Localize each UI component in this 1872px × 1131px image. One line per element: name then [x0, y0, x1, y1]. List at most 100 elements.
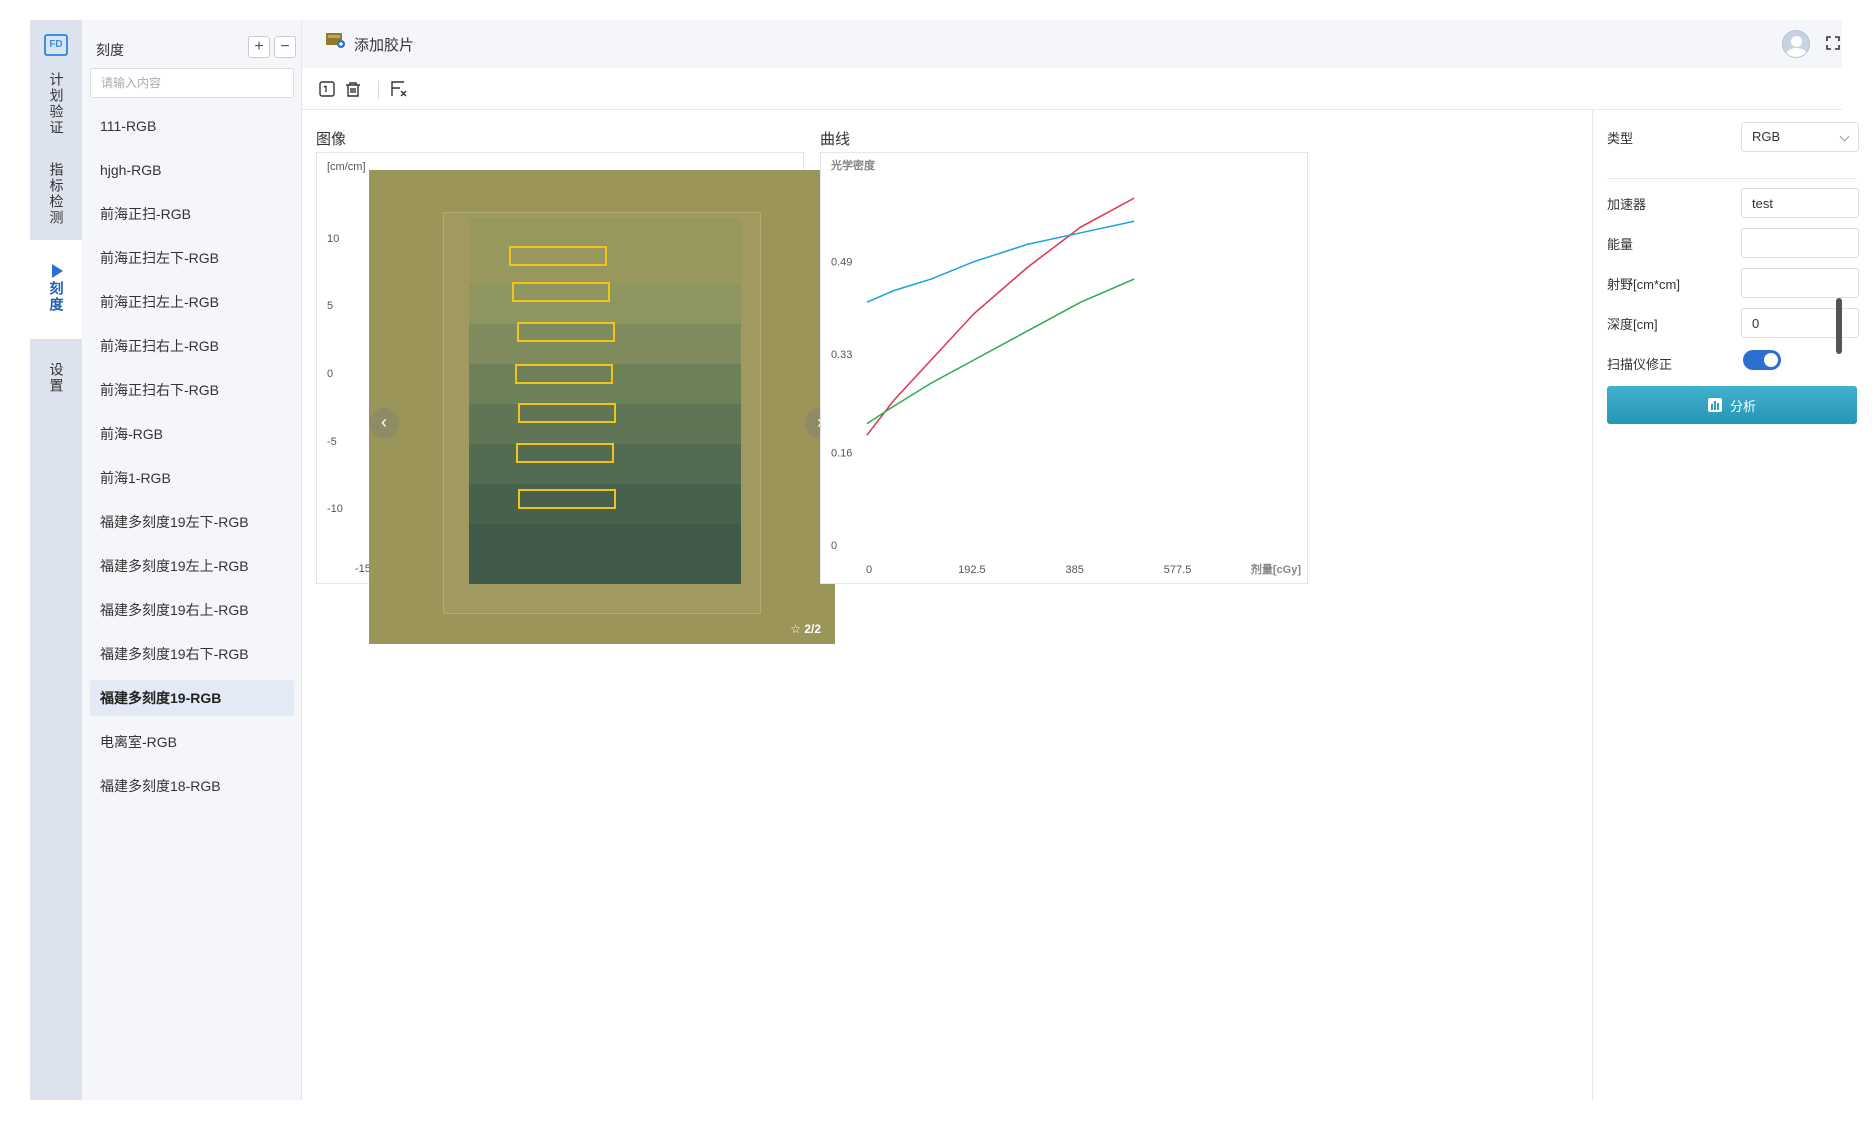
roi-box[interactable] [516, 443, 614, 463]
list-item[interactable]: 前海-RGB [90, 416, 294, 452]
chart-y-axis-label: 光学密度 [830, 158, 876, 172]
rail-item-calibration[interactable]: 刻度 [30, 240, 82, 339]
type-select-value: RGB [1752, 129, 1781, 144]
list-item[interactable]: hjgh-RGB [90, 152, 294, 188]
chart-x-tick: 385 [1066, 564, 1084, 576]
chart-x-tick: 192.5 [958, 564, 986, 576]
search-input[interactable] [90, 68, 294, 98]
type-select[interactable]: RGB [1741, 122, 1859, 152]
play-arrow-icon [52, 264, 63, 278]
toggle-knob [1764, 353, 1778, 367]
chevron-down-icon [1839, 131, 1850, 142]
film-dose-band [469, 524, 741, 584]
field-size-input[interactable] [1741, 268, 1859, 298]
list-item[interactable]: 电离室-RGB [90, 724, 294, 760]
accelerator-label: 加速器 [1607, 197, 1647, 212]
fullscreen-icon[interactable] [1824, 34, 1842, 52]
roi-box[interactable] [517, 322, 615, 342]
scanner-correction-toggle[interactable] [1743, 350, 1781, 370]
analyze-button-label: 分析 [1729, 398, 1756, 414]
depth-label: 深度[cm] [1607, 317, 1658, 332]
add-button[interactable]: + [248, 36, 270, 58]
chart-y-tick: 0.16 [831, 448, 852, 460]
list-item[interactable]: 前海正扫右上-RGB [90, 328, 294, 364]
list-item[interactable]: 福建多刻度19-RGB [90, 680, 294, 716]
film-icon [326, 33, 345, 48]
roi-box[interactable] [518, 489, 616, 509]
roi-box[interactable] [518, 403, 616, 423]
energy-label: 能量 [1607, 237, 1634, 252]
chart-x-tick: 0 [866, 564, 872, 576]
roi-box[interactable] [515, 364, 613, 384]
image-section-label: 图像 [316, 131, 347, 148]
image-viewer-panel: [cm/cm] 1050-5-10 -15-10-5051015 [316, 152, 835, 644]
list-item[interactable]: 福建多刻度18-RGB [90, 768, 294, 804]
prev-image-button[interactable]: ‹ [369, 408, 399, 438]
curve-section-label: 曲线 [820, 131, 851, 148]
app-logo-icon: FD [44, 34, 68, 56]
chart-y-tick: 0.33 [831, 349, 852, 361]
type-label: 类型 [1607, 131, 1634, 146]
list-header: 刻度 + − [82, 36, 302, 62]
accelerator-input[interactable] [1741, 188, 1859, 218]
image-y-tick: 10 [327, 233, 340, 245]
list-item[interactable]: 前海正扫左下-RGB [90, 240, 294, 276]
calibration-list: 111-RGB hjgh-RGB 前海正扫-RGB 前海正扫左下-RGB 前海正扫左上-… [90, 108, 294, 812]
chart-x-tick: 577.5 [1164, 564, 1192, 576]
list-title: 刻度 [96, 42, 124, 58]
field-size-label: 射野[cm*cm] [1607, 277, 1680, 292]
chart-y-tick: 0 [831, 540, 837, 552]
list-item[interactable]: 前海正扫右下-RGB [90, 372, 294, 408]
curve-chart: 光学密度剂量[cGy] 0.49 0.33 0.16 0 0 192.5 385 577.5 [830, 158, 1301, 576]
film-image[interactable]: ‹ › ☆ 2/2 [369, 170, 835, 644]
analyze-button[interactable]: 分析 [1607, 386, 1857, 424]
rail-item-label: 计划验证 [48, 72, 65, 136]
toolbar [302, 68, 1842, 110]
list-item[interactable]: 前海正扫-RGB [90, 196, 294, 232]
list-item[interactable]: 福建多刻度19右上-RGB [90, 592, 294, 628]
rail-item-settings[interactable]: 设置 [30, 362, 82, 394]
rail-item-index-check[interactable]: 指标检测 [30, 162, 82, 226]
nav-rail: FD 计划验证 指标检测 刻度 设置 [30, 20, 82, 1100]
main-area: 添加胶片 图像 [cm/cm] 10 5 0 -5 -10 -15 ‹ ☆ 2/… [302, 20, 1859, 1100]
remove-button[interactable]: − [274, 36, 296, 58]
curve-chart-panel: 光学密度剂量[cGy] 0.49 0.33 0.16 0 0 192.5 385 577.5 [820, 152, 1308, 584]
form-divider [1607, 178, 1857, 179]
rail-item-label: 指标检测 [48, 162, 65, 226]
list-item[interactable]: 福建多刻度19左下-RGB [90, 504, 294, 540]
chart-y-tick: 0.49 [831, 257, 852, 269]
scanner-correction-label: 扫描仪修正 [1607, 357, 1673, 372]
chart-series-line [866, 278, 1135, 425]
energy-input[interactable] [1741, 228, 1859, 258]
clear-formula-icon[interactable] [388, 78, 410, 100]
image-y-tick: 5 [327, 300, 334, 312]
list-item[interactable]: 福建多刻度19右下-RGB [90, 636, 294, 672]
rail-item-plan-verify[interactable]: 计划验证 [30, 72, 82, 136]
avatar[interactable] [1782, 30, 1810, 58]
image-counter-value: 2/2 [804, 622, 821, 636]
toolbar-divider [378, 81, 379, 99]
page-title: 添加胶片 [354, 37, 415, 54]
new-file-icon[interactable] [316, 78, 338, 100]
calibration-list-panel: 刻度 + − 111-RGB hjgh-RGB 前海正扫-RGB 前海正扫左下-RGB… [82, 20, 302, 1100]
image-counter: ☆ 2/2 [790, 622, 821, 636]
delete-icon[interactable] [342, 78, 364, 100]
bar-chart-icon [1707, 398, 1722, 412]
roi-box[interactable] [509, 246, 607, 266]
roi-box[interactable] [512, 282, 610, 302]
rail-item-label: 刻度 [48, 281, 65, 313]
image-y-tick: 0 [327, 368, 334, 380]
panel-scroll-handle[interactable] [1836, 298, 1842, 354]
list-item[interactable]: 福建多刻度19左上-RGB [90, 548, 294, 584]
image-unit-label: [cm/cm] [327, 161, 366, 173]
app-window: FD 计划验证 指标检测 刻度 设置 刻度 + − 111-RGB hjgh-RG… [30, 20, 1859, 1100]
list-item[interactable]: 前海正扫左上-RGB [90, 284, 294, 320]
list-item[interactable]: 前海1-RGB [90, 460, 294, 496]
rail-item-label: 设置 [48, 362, 65, 394]
image-y-tick: -10 [327, 503, 343, 515]
analysis-form: 类型 RGB 加速器 能量 射野[cm*cm] 深度[cm] 扫描仪修正 [1592, 110, 1859, 1100]
chart-series-line [866, 197, 1135, 436]
list-item[interactable]: 111-RGB [90, 108, 294, 144]
image-y-tick: -5 [327, 436, 337, 448]
chart-x-axis-label: 剂量[cGy] [1250, 562, 1301, 576]
